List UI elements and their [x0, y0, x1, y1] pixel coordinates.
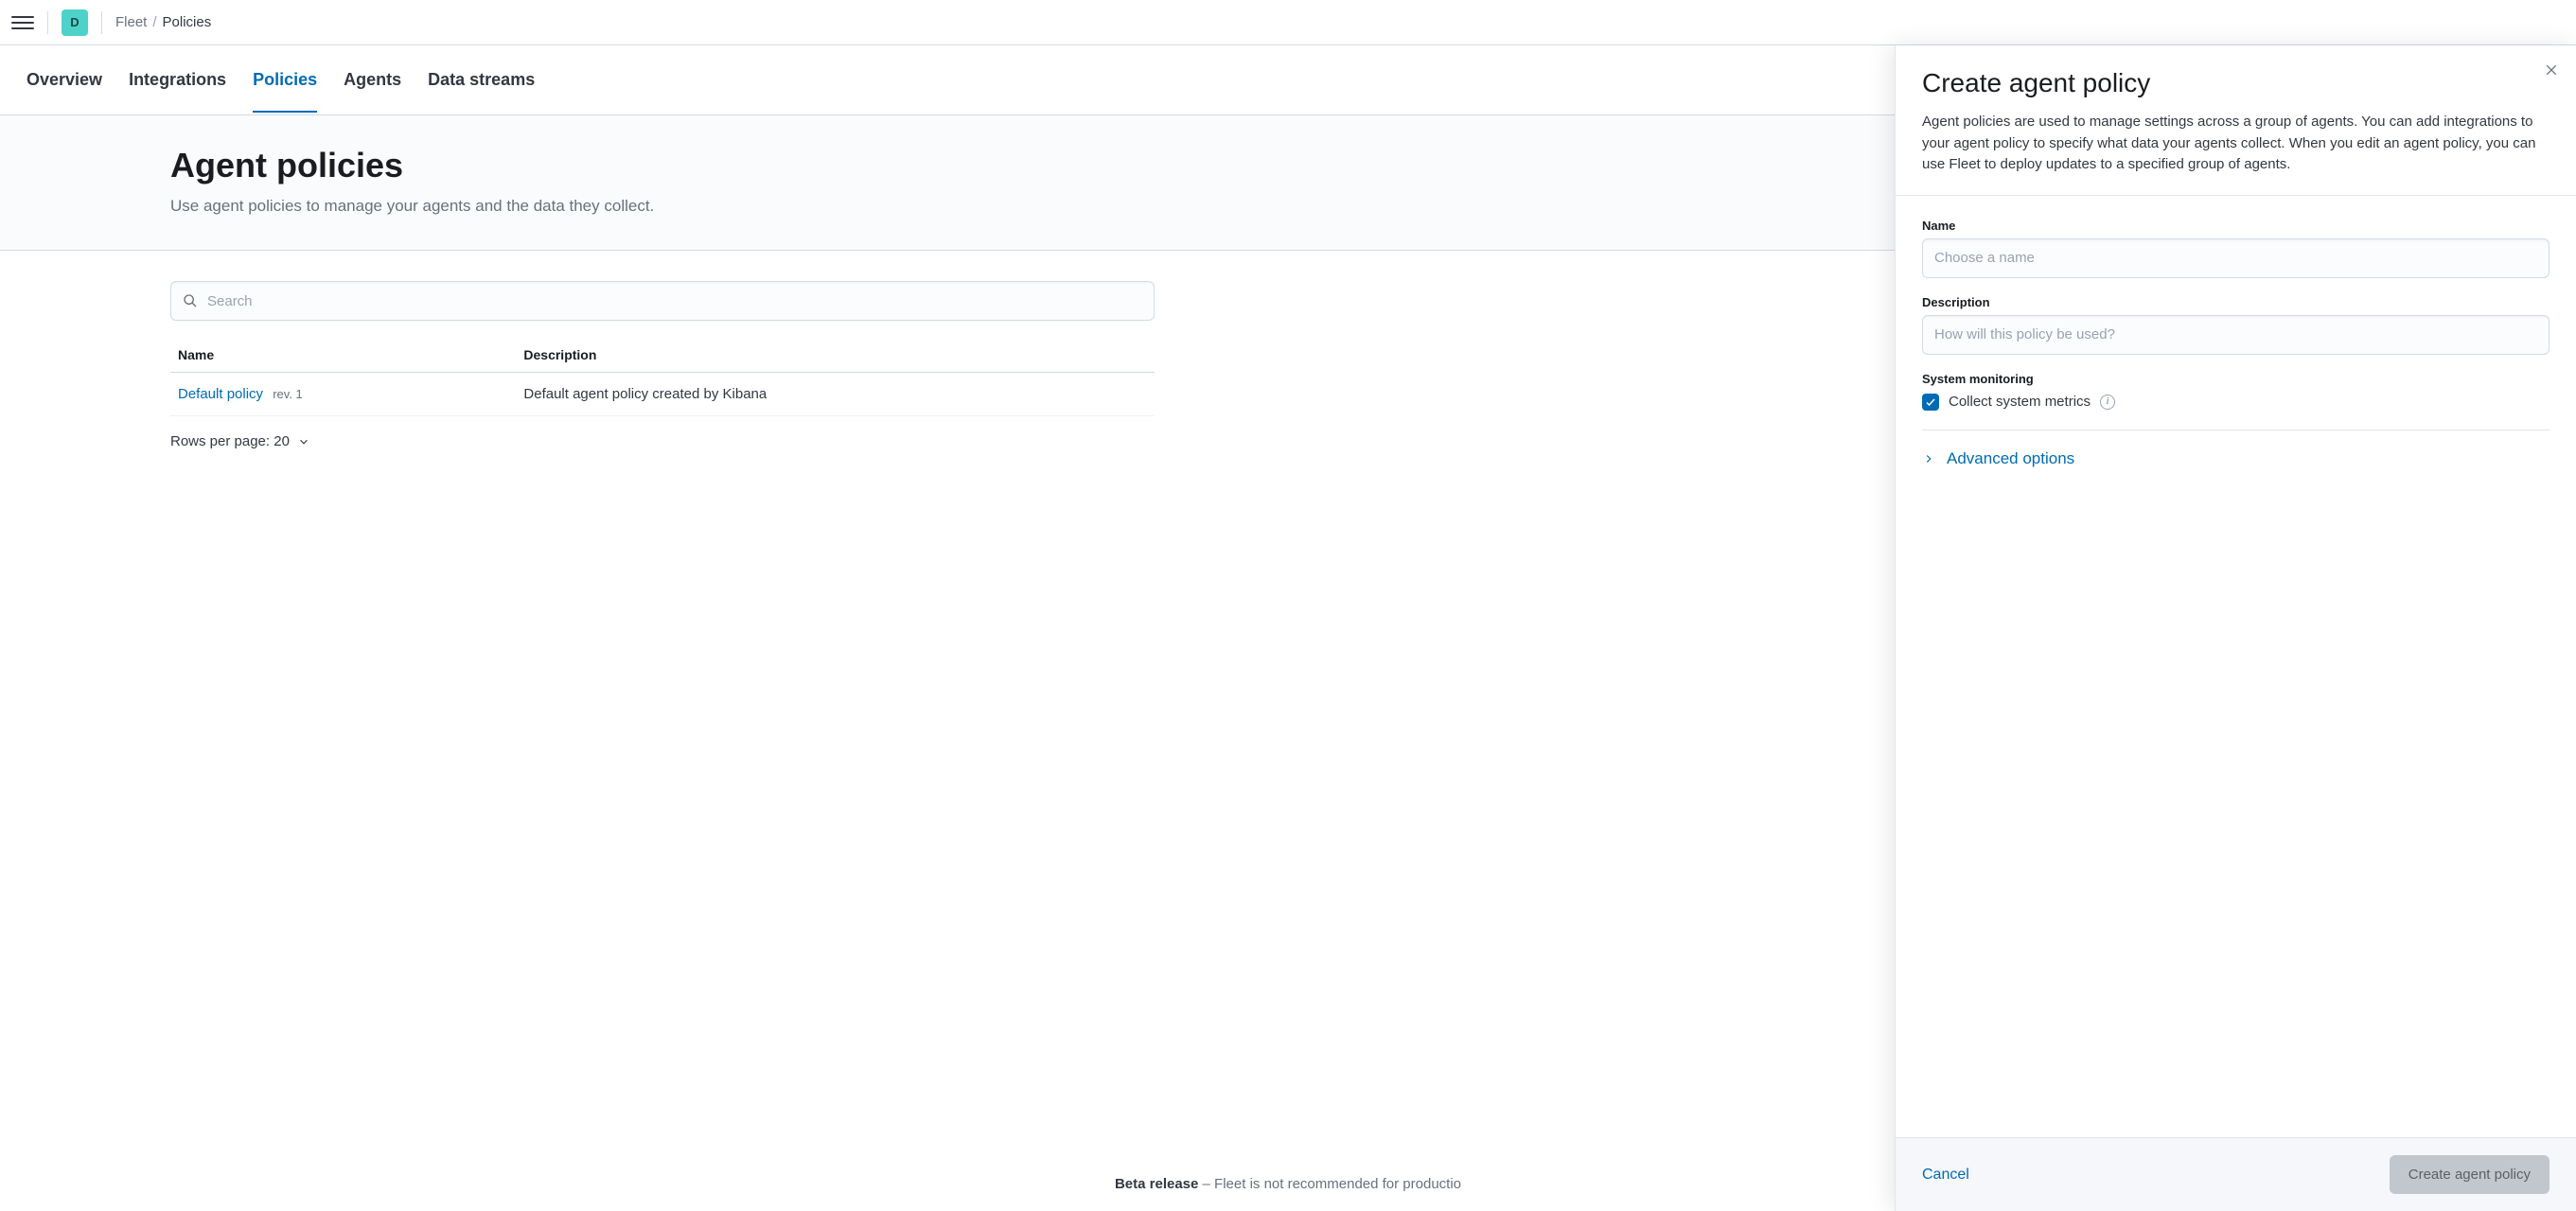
flyout-footer: Cancel Create agent policy [1896, 1137, 2576, 1211]
column-header-description[interactable]: Description [516, 338, 1155, 373]
tab-integrations[interactable]: Integrations [129, 47, 226, 113]
flyout-title: Create agent policy [1922, 68, 2550, 98]
page-subtitle: Use agent policies to manage your agents… [170, 197, 1155, 216]
menu-toggle-button[interactable] [11, 11, 34, 34]
collect-metrics-checkbox[interactable] [1922, 394, 1939, 411]
search-field-wrap[interactable] [170, 281, 1155, 321]
policy-name-link[interactable]: Default policy [178, 386, 263, 402]
breadcrumb: Fleet / Policies [115, 14, 211, 30]
policy-name-input[interactable] [1922, 238, 2550, 278]
collect-metrics-label: Collect system metrics [1949, 394, 2091, 410]
flyout-body: Name Description System monitoring Colle… [1896, 196, 2576, 1138]
flyout-header: Create agent policy Agent policies are u… [1896, 45, 2576, 196]
search-input[interactable] [207, 293, 1142, 309]
breadcrumb-separator: / [152, 14, 156, 30]
create-agent-policy-button[interactable]: Create agent policy [2390, 1155, 2550, 1194]
breadcrumb-current: Policies [163, 14, 212, 30]
info-icon[interactable]: i [2100, 395, 2115, 410]
chevron-right-icon [1922, 452, 1935, 465]
page-title: Agent policies [170, 146, 1155, 185]
global-header: D Fleet / Policies [0, 0, 2576, 45]
tab-agents[interactable]: Agents [344, 47, 401, 113]
beta-text: – Fleet is not recommended for productio [1198, 1176, 1461, 1192]
beta-label: Beta release [1115, 1176, 1198, 1192]
rows-per-page-label: Rows per page: 20 [170, 433, 290, 449]
rows-per-page-selector[interactable]: Rows per page: 20 [170, 433, 1155, 449]
tab-overview[interactable]: Overview [26, 47, 102, 113]
flyout-description: Agent policies are used to manage settin… [1922, 112, 2550, 176]
tab-policies[interactable]: Policies [253, 47, 317, 113]
policy-description-input[interactable] [1922, 315, 2550, 355]
flyout-close-button[interactable] [2544, 62, 2559, 80]
breadcrumb-parent[interactable]: Fleet [115, 14, 147, 30]
app-badge[interactable]: D [62, 9, 88, 36]
tab-data-streams[interactable]: Data streams [428, 47, 535, 113]
policy-description-cell: Default agent policy created by Kibana [516, 373, 1155, 416]
column-header-name[interactable]: Name [170, 338, 516, 373]
policy-revision: rev. 1 [273, 387, 303, 401]
description-field-label: Description [1922, 295, 2550, 309]
header-divider [47, 11, 48, 34]
create-policy-flyout: Create agent policy Agent policies are u… [1895, 45, 2576, 1211]
chevron-down-icon [297, 435, 310, 448]
search-icon [183, 293, 198, 308]
policies-table: Name Description Default policy rev. 1 D… [170, 338, 1155, 416]
advanced-options-label: Advanced options [1947, 449, 2074, 468]
header-divider [101, 11, 102, 34]
check-icon [1925, 396, 1936, 408]
name-field-label: Name [1922, 219, 2550, 233]
table-row[interactable]: Default policy rev. 1 Default agent poli… [170, 373, 1155, 416]
content-area: Name Description Default policy rev. 1 D… [0, 251, 1325, 449]
advanced-options-toggle[interactable]: Advanced options [1922, 449, 2550, 468]
cancel-button[interactable]: Cancel [1922, 1167, 1969, 1184]
app-initial: D [70, 15, 79, 29]
system-monitoring-label: System monitoring [1922, 372, 2550, 386]
close-icon [2544, 62, 2559, 78]
